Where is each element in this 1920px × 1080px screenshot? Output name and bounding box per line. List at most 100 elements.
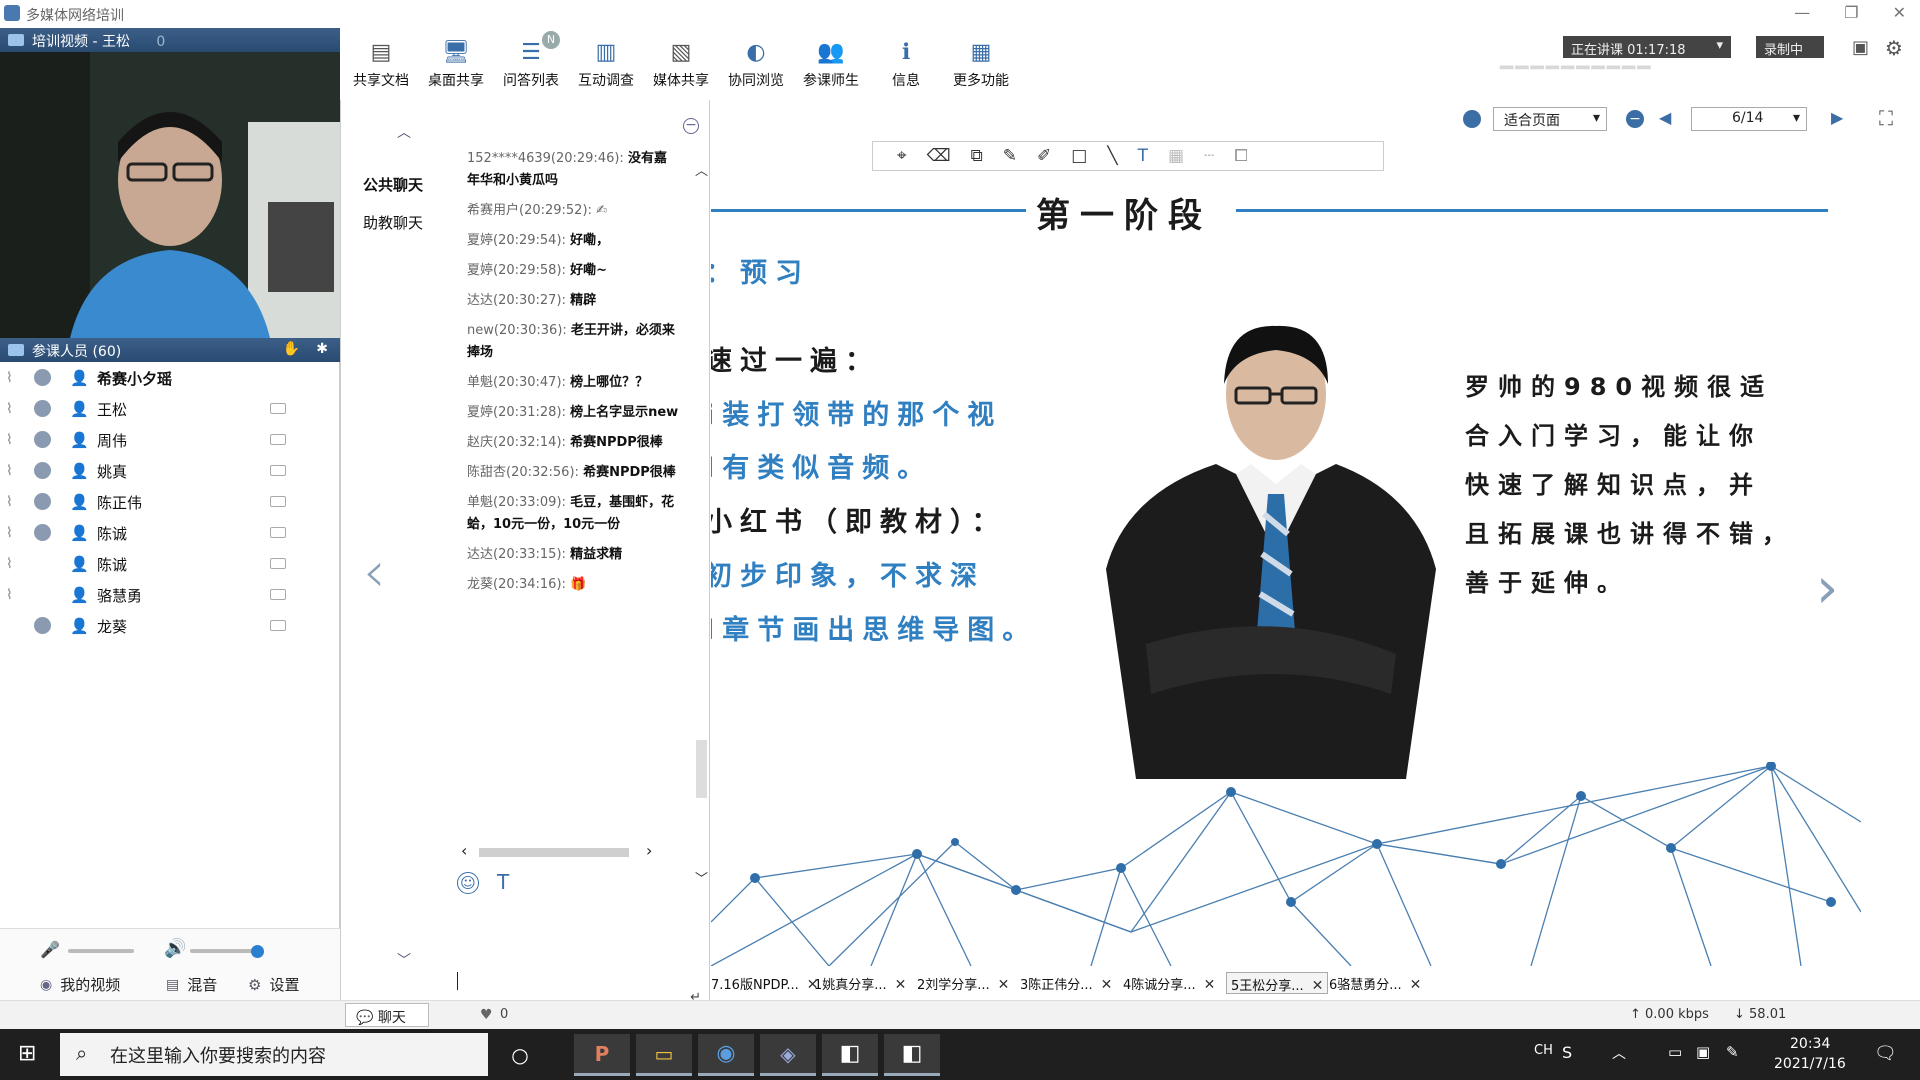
document-tab[interactable]: 6骆慧勇分... ✕ — [1329, 974, 1421, 996]
taskbar-search[interactable]: ⌕ 在这里输入你要搜索的内容 — [60, 1033, 488, 1076]
camera-status-icon[interactable] — [34, 493, 51, 510]
my-video-button[interactable]: ◉ 我的视频 — [40, 974, 120, 995]
info-circle-icon[interactable] — [1463, 110, 1481, 128]
scroll-right-icon[interactable]: › — [646, 841, 652, 860]
zoom-select[interactable]: 适合页面 ▾ — [1493, 107, 1607, 131]
close-icon[interactable]: ✕ — [1101, 977, 1113, 993]
heart-icon[interactable]: ♥ — [480, 1007, 493, 1023]
participant-row[interactable]: ⌇ 👤 希赛小夕瑶 — [0, 362, 340, 393]
close-icon[interactable]: ✕ — [1410, 977, 1422, 993]
settings-button[interactable]: ⚙ 设置 — [248, 974, 299, 995]
chat-scrollbar[interactable]: ︿ ﹀ — [695, 160, 709, 887]
gear-icon[interactable]: ⚙ — [1885, 36, 1903, 60]
close-icon[interactable]: ✕ — [1312, 978, 1324, 994]
clock-time[interactable]: 20:34 — [1790, 1036, 1830, 1052]
layout-icon[interactable]: ▣ — [1852, 37, 1869, 58]
document-tab[interactable]: 2刘学分享... ✕ — [917, 974, 1009, 996]
chevron-down-icon[interactable]: ﹀ — [397, 950, 411, 970]
fullscreen-icon[interactable]: ⛶ — [1879, 106, 1893, 130]
participant-row[interactable]: ⌇ 👤 姚真 — [0, 455, 340, 486]
camera-status-icon[interactable] — [34, 400, 51, 417]
dash-icon[interactable]: ┄ — [1204, 146, 1214, 166]
chat-hscrollbar[interactable]: ‹ › — [461, 841, 661, 860]
prev-slide-arrow[interactable]: ‹ — [363, 540, 385, 605]
scroll-left-icon[interactable]: ‹ — [461, 841, 467, 860]
restore-button[interactable]: ❐ — [1844, 3, 1858, 22]
windows-start-icon[interactable]: ⊞ — [18, 1041, 36, 1066]
chat-tab[interactable]: 💬 聊天 — [345, 1003, 429, 1027]
prev-page-icon[interactable]: ◀ — [1659, 108, 1671, 127]
speaker-status-icon[interactable] — [270, 496, 286, 507]
zoom-out-icon[interactable]: − — [1626, 110, 1644, 128]
ime-indicator[interactable]: CH — [1534, 1043, 1553, 1058]
speaker-icon[interactable]: 🔊 — [164, 938, 186, 959]
taskbar-app-c2[interactable]: ◧ — [884, 1034, 940, 1076]
raise-hand-icon[interactable]: ✋ — [283, 341, 300, 357]
toolbar-more-features-button[interactable]: ▦ 更多功能 — [944, 38, 1018, 90]
toolbar-share-docs-button[interactable]: ▤ 共享文档 — [344, 38, 418, 90]
mic-icon[interactable]: 🎤 — [40, 940, 60, 959]
mic-status-icon[interactable]: ⌇ — [6, 525, 23, 541]
document-tab[interactable]: 3陈正伟分... ✕ — [1020, 974, 1112, 996]
scroll-thumb[interactable] — [696, 740, 707, 798]
mic-volume-slider[interactable] — [68, 949, 134, 953]
speaker-status-icon[interactable] — [270, 558, 286, 569]
mic-status-icon[interactable]: ⌇ — [6, 494, 23, 510]
task-view-icon[interactable]: ○ — [492, 1034, 548, 1076]
participant-row[interactable]: ⌇ 👤 骆慧勇 — [0, 579, 340, 610]
crop-icon[interactable]: ⧉ — [971, 146, 983, 166]
camera-status-icon[interactable] — [34, 462, 51, 479]
camera-status-icon[interactable] — [34, 524, 51, 541]
speaker-volume-slider[interactable] — [190, 949, 260, 953]
scroll-up-icon[interactable]: ︿ — [695, 160, 708, 179]
mute-all-icon[interactable]: ✱ — [316, 341, 328, 357]
record-button[interactable]: 录制中 — [1756, 36, 1824, 58]
speaker-status-icon[interactable] — [270, 589, 286, 600]
notification-icon[interactable]: 🗨 — [1874, 1043, 1897, 1064]
text-format-icon[interactable]: T — [497, 870, 509, 894]
participant-row[interactable]: ⌇ 👤 王松 — [0, 393, 340, 424]
mic-status-icon[interactable]: ⌇ — [6, 370, 23, 386]
toolbar-media-share-button[interactable]: ▧ 媒体共享 — [644, 38, 718, 90]
document-tab[interactable]: 5王松分享... ✕ — [1226, 972, 1329, 994]
speaker-status-icon[interactable] — [270, 465, 286, 476]
screenshot-icon[interactable]: ⧠ — [1234, 146, 1248, 166]
sogou-icon[interactable]: S — [1562, 1043, 1572, 1062]
line-icon[interactable]: ╲ — [1107, 146, 1117, 166]
minimize-button[interactable]: — — [1794, 3, 1810, 22]
document-tab[interactable]: 1姚真分享... ✕ — [814, 974, 906, 996]
document-tab[interactable]: 7.16版NPDP... ✕ — [711, 974, 818, 996]
close-icon[interactable]: ✕ — [895, 977, 907, 993]
live-status-dropdown[interactable]: 正在讲课 01:17:18 ▾ — [1563, 36, 1731, 58]
highlighter-icon[interactable]: ✐ — [1037, 146, 1051, 166]
hscroll-thumb[interactable] — [479, 848, 629, 857]
pen-tray-icon[interactable]: ✎ — [1726, 1043, 1739, 1061]
clock-date[interactable]: 2021/7/16 — [1774, 1056, 1846, 1072]
taskbar-app-explorer[interactable]: ▭ — [636, 1034, 692, 1076]
speaker-status-icon[interactable] — [270, 527, 286, 538]
next-slide-arrow[interactable]: › — [1816, 556, 1838, 621]
speaker-volume-knob[interactable] — [251, 945, 264, 958]
battery-icon[interactable]: ▭ — [1668, 1043, 1682, 1061]
chevron-up-icon[interactable]: ︿ — [397, 122, 411, 142]
next-page-icon[interactable]: ▶ — [1831, 108, 1843, 127]
camera-status-icon[interactable] — [34, 369, 51, 386]
page-select[interactable]: 6/14 ▾ — [1691, 107, 1807, 131]
teacher-video[interactable] — [0, 52, 340, 338]
participant-row[interactable]: ⌇ 👤 陈诚 — [0, 517, 340, 548]
text-tool-icon[interactable]: T — [1138, 146, 1148, 166]
taskbar-app-c1[interactable]: ◧ — [822, 1034, 878, 1076]
network-icon[interactable]: ▣ — [1696, 1043, 1710, 1061]
speaker-status-icon[interactable] — [270, 620, 286, 631]
tab-assistant-chat[interactable]: 助教聊天 — [363, 212, 423, 233]
toolbar-attendees-button[interactable]: 👥 参课师生 — [794, 38, 868, 90]
taskbar-app-chrome[interactable]: ◉ — [698, 1034, 754, 1076]
tray-expand-icon[interactable]: ︿ — [1612, 1043, 1626, 1063]
camera-status-icon[interactable] — [34, 617, 51, 634]
toolbar-poll-button[interactable]: ▥ 互动调查 — [569, 38, 643, 90]
speaker-status-icon[interactable] — [270, 403, 286, 414]
close-icon[interactable]: ✕ — [998, 977, 1010, 993]
toolbar-co-browse-button[interactable]: ◐ 协同浏览 — [719, 38, 793, 90]
mic-status-icon[interactable]: ⌇ — [6, 432, 23, 448]
document-tab[interactable]: 4陈诚分享... ✕ — [1123, 974, 1215, 996]
